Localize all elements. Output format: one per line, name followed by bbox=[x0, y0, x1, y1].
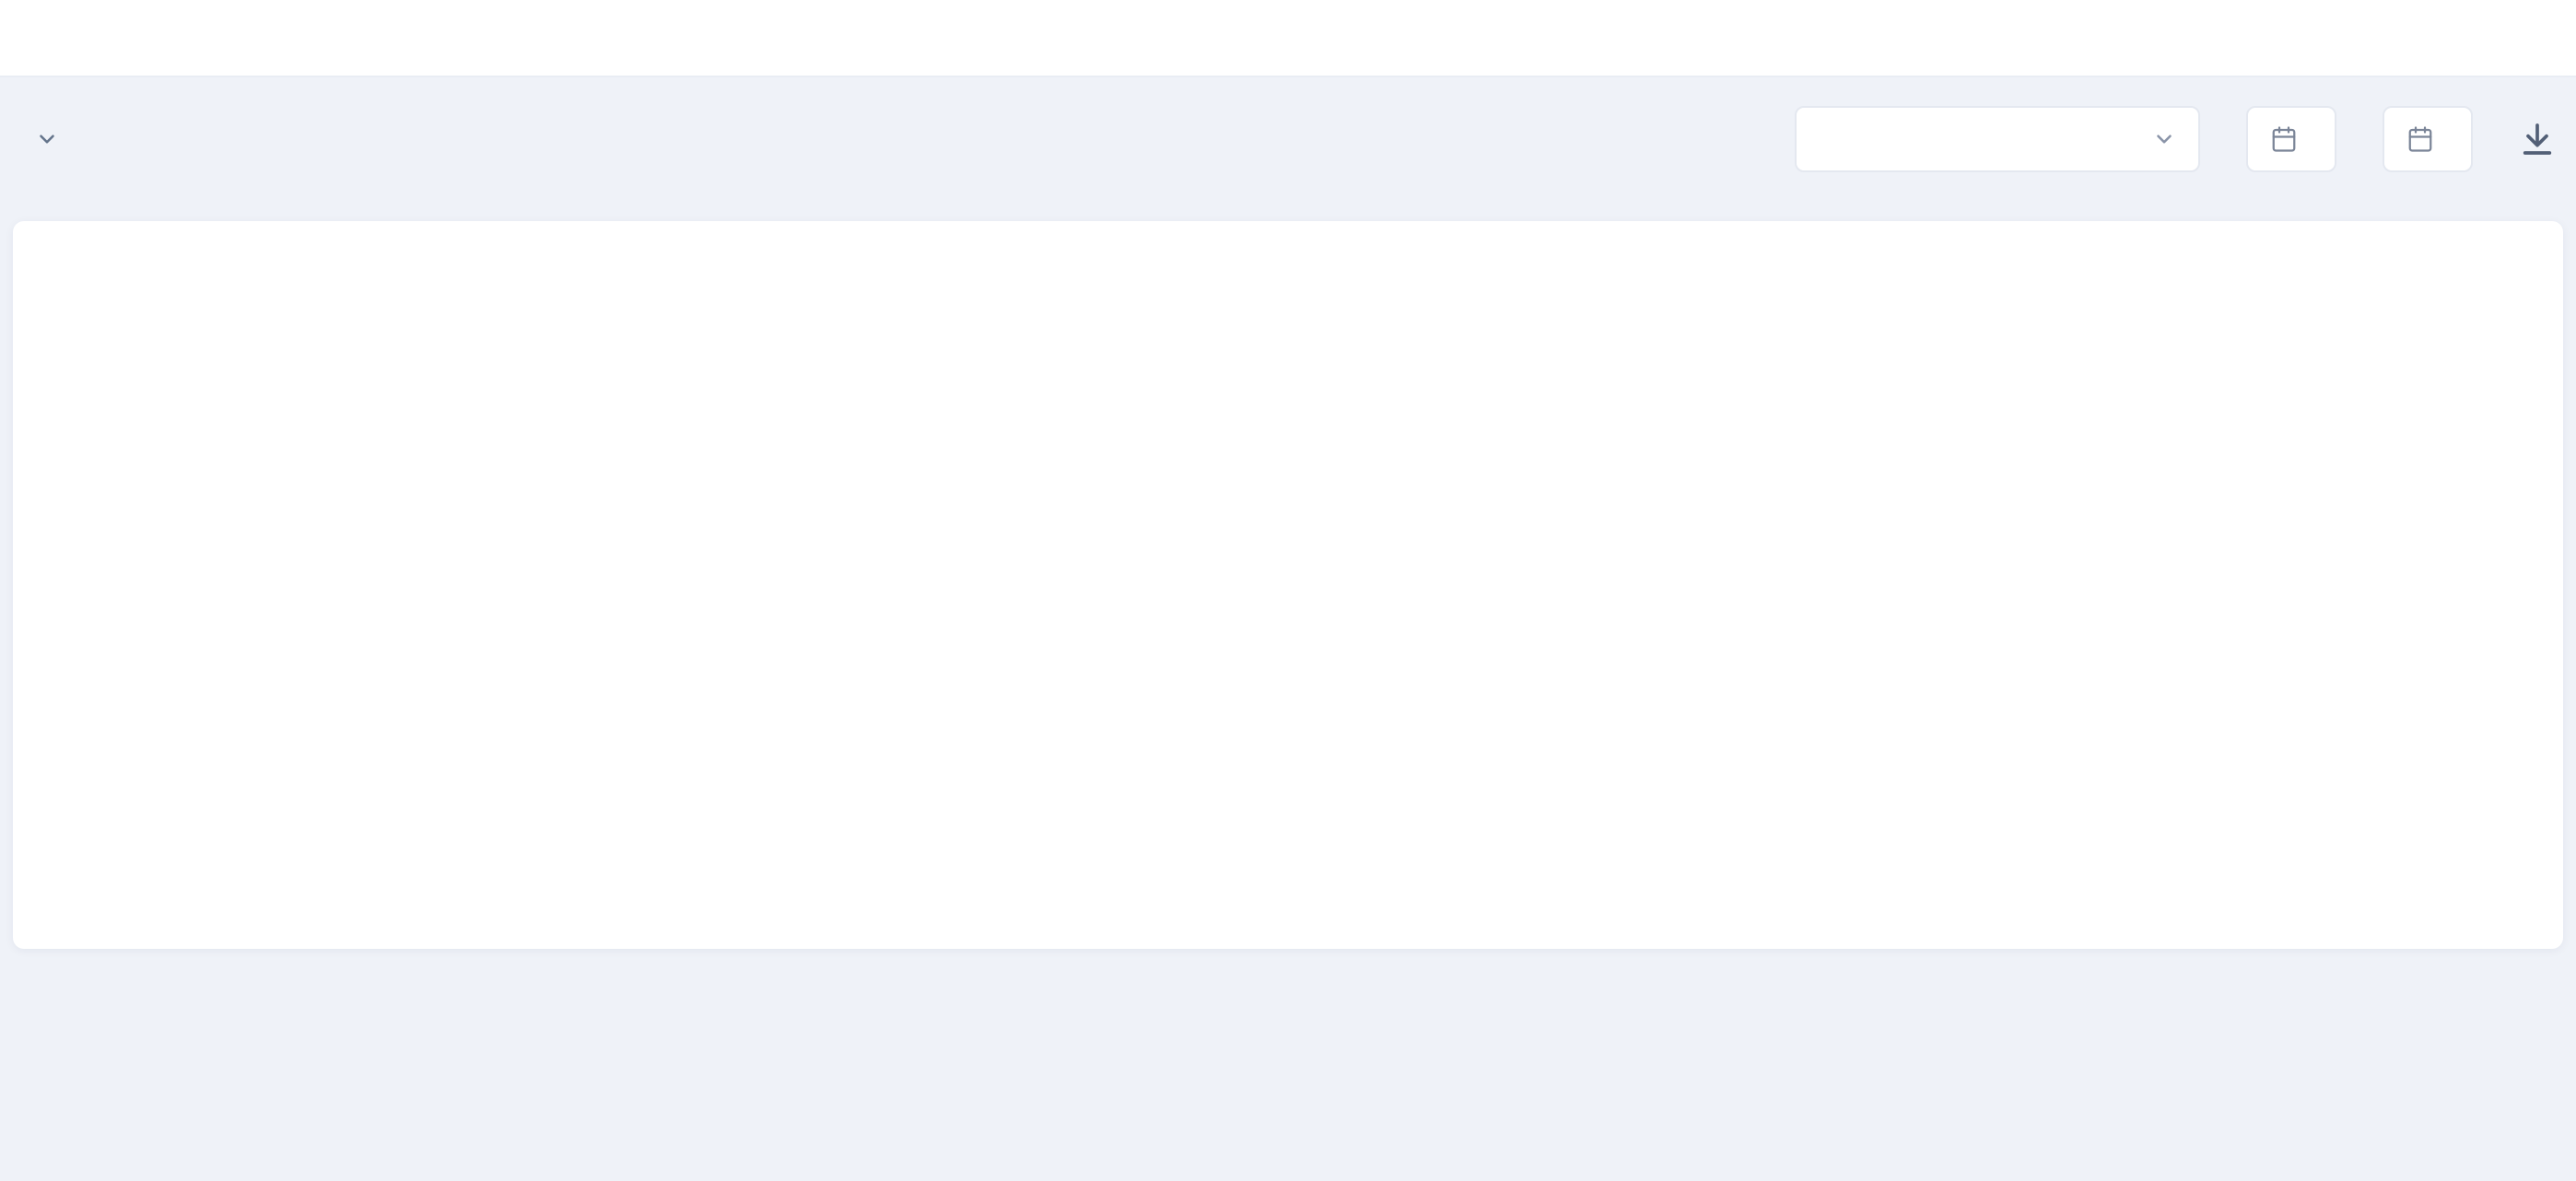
chevron-down-icon bbox=[2152, 127, 2176, 151]
chevron-down-icon[interactable] bbox=[35, 127, 59, 151]
toolbar bbox=[0, 77, 2576, 172]
template-select[interactable] bbox=[1795, 106, 2200, 172]
date-to-input[interactable] bbox=[2383, 106, 2473, 172]
date-from-input[interactable] bbox=[2246, 106, 2336, 172]
audience-growth-chart bbox=[65, 298, 2502, 814]
audience-growth-card bbox=[13, 221, 2563, 949]
download-icon bbox=[2519, 121, 2556, 158]
toolbar-right bbox=[1795, 106, 2556, 172]
download-button[interactable] bbox=[2519, 121, 2556, 158]
report-picker[interactable] bbox=[20, 127, 59, 151]
calendar-icon bbox=[2406, 125, 2434, 153]
calendar-icon bbox=[2270, 125, 2298, 153]
report-body bbox=[0, 201, 2576, 949]
app-header bbox=[0, 0, 2576, 77]
